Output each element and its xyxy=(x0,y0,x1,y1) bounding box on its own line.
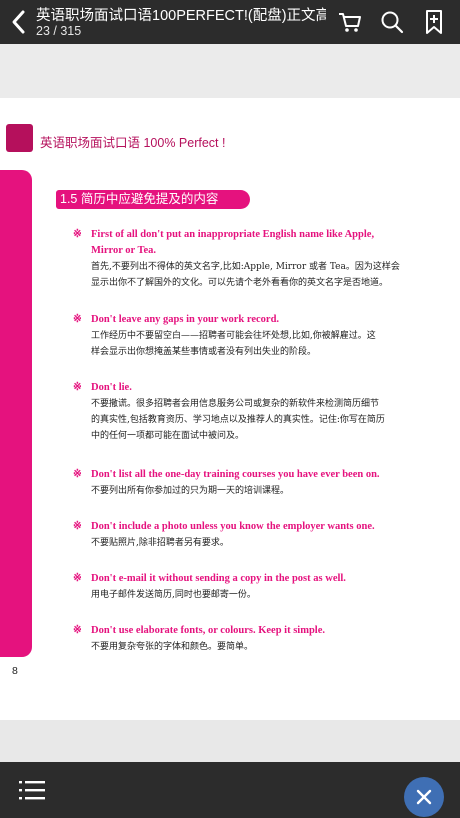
item-chinese: 不要用复杂夸张的字体和颜色。要简单。 xyxy=(91,642,254,652)
list-item: ※ Don't e-mail it without sending a copy … xyxy=(73,571,413,603)
item-english: Don't leave any gaps in your work record… xyxy=(91,314,280,325)
list-item: ※ Don't include a photo unless you know t… xyxy=(73,519,413,551)
item-english: Don't e-mail it without sending a copy i… xyxy=(91,573,346,584)
book-page[interactable]: 英语职场面试口语 100% Perfect ! 1.5 简历中应避免提及的内容 … xyxy=(0,98,460,720)
side-color-bar xyxy=(0,170,32,657)
top-bar: 英语职场面试口语100PERFECT!(配盘)正文高 23 / 315 xyxy=(0,0,460,44)
reference-mark-icon: ※ xyxy=(73,314,82,325)
reference-mark-icon: ※ xyxy=(73,521,82,532)
reference-mark-icon: ※ xyxy=(73,625,82,636)
item-chinese: 用电子邮件发送简历,同时也要邮寄一份。 xyxy=(91,590,256,600)
reference-mark-icon: ※ xyxy=(73,573,82,584)
reference-mark-icon: ※ xyxy=(73,469,82,480)
item-chinese: 的真实性,包括教育资历、学习地点以及推荐人的真实性。记住:你写在简历 xyxy=(91,415,385,425)
bottom-bar xyxy=(0,762,460,818)
book-title: 英语职场面试口语100PERFECT!(配盘)正文高 xyxy=(36,8,326,24)
item-english-cont: Mirror or Tea. xyxy=(91,245,157,256)
item-english: Don't lie. xyxy=(91,382,132,393)
item-chinese: 样会显示出你想掩盖某些事情或者没有列出失业的阶段。 xyxy=(91,347,317,357)
item-english: First of all don't put an inappropriate … xyxy=(91,229,375,240)
item-chinese: 不要列出所有你参加过的只为期一天的培训课程。 xyxy=(91,486,290,496)
list-item: ※ Don't use elaborate fonts, or colours. … xyxy=(73,623,413,655)
item-chinese: 工作经历中不要留空白——招聘者可能会往坏处想,比如,你被解雇过。这 xyxy=(91,331,376,341)
list-item: ※ First of all don't put an inappropriate… xyxy=(73,227,413,291)
close-icon xyxy=(416,789,432,805)
item-english: Don't list all the one-day training cour… xyxy=(91,469,380,480)
book-running-header: 英语职场面试口语 100% Perfect ! xyxy=(40,136,226,150)
list-item: ※ Don't list all the one-day training cou… xyxy=(73,467,413,499)
section-title: 1.5 简历中应避免提及的内容 xyxy=(56,190,250,209)
bookmark-add-icon[interactable] xyxy=(421,9,447,35)
close-button[interactable] xyxy=(404,777,444,817)
item-english: Don't include a photo unless you know th… xyxy=(91,521,375,532)
item-chinese: 显示出你不了解国外的文化。可以先请个老外看看你的英文名字是否地道。 xyxy=(91,278,389,288)
cart-icon[interactable] xyxy=(337,9,363,35)
search-icon[interactable] xyxy=(379,9,405,35)
page-counter: 23 / 315 xyxy=(36,24,82,38)
list-menu-icon[interactable] xyxy=(19,780,45,800)
item-english: Don't use elaborate fonts, or colours. K… xyxy=(91,625,325,636)
list-item: ※ Don't lie. 不要撒谎。很多招聘者会用信息服务公司或复杂的新软件来检测… xyxy=(73,380,413,444)
page-gap-bottom xyxy=(0,720,460,762)
page-number: 8 xyxy=(12,665,18,677)
item-chinese: 中的任何一项都可能在面试中被问及。 xyxy=(91,431,245,441)
reference-mark-icon: ※ xyxy=(73,229,82,240)
reference-mark-icon: ※ xyxy=(73,382,82,393)
item-chinese: 不要贴照片,除非招聘者另有要求。 xyxy=(91,538,229,548)
item-chinese: 首先,不要列出不得体的英文名字,比如:Apple, Mirror 或者 Tea。… xyxy=(91,262,400,272)
header-square-decoration xyxy=(6,124,33,152)
item-chinese: 不要撒谎。很多招聘者会用信息服务公司或复杂的新软件来检测简历细节 xyxy=(91,399,380,409)
back-chevron-left-icon[interactable] xyxy=(8,7,30,37)
list-item: ※ Don't leave any gaps in your work recor… xyxy=(73,312,413,360)
page-gap-top xyxy=(0,44,460,98)
